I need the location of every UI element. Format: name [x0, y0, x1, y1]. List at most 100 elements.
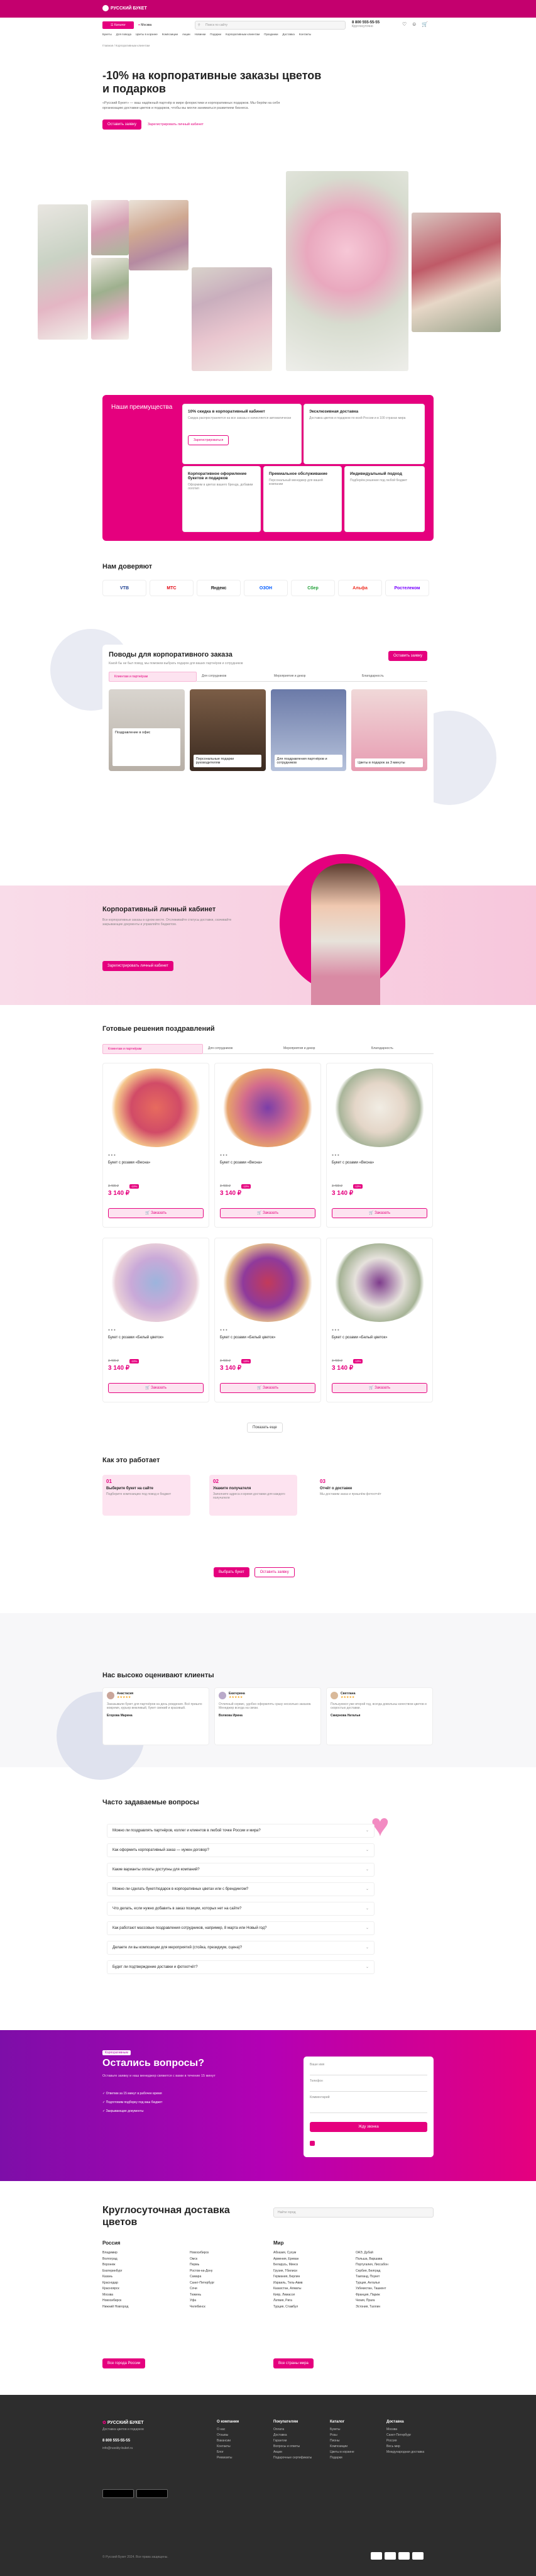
city-link[interactable]: Самара: [190, 2274, 214, 2280]
nav-item[interactable]: Праздники: [264, 33, 278, 36]
choose-bouquet-button[interactable]: Выбрать букет: [214, 1567, 249, 1577]
footer-link[interactable]: Гарантии: [273, 2438, 312, 2444]
country-link[interactable]: Казахстан, Алматы: [273, 2286, 303, 2292]
advantage-register-button[interactable]: Зарегистрироваться: [188, 435, 229, 445]
product-card[interactable]: ● ● ● Букет с розами «Весна» 3 490 ₽ -10…: [326, 1063, 433, 1228]
city-link[interactable]: Омск: [190, 2257, 214, 2263]
country-link[interactable]: ОАЭ, Дубай: [356, 2250, 388, 2257]
city-link[interactable]: Уфа: [190, 2298, 214, 2304]
product-card[interactable]: ● ● ● Букет с розами «Весна» 3 490 ₽ -10…: [102, 1063, 209, 1228]
footer-link[interactable]: Розы: [330, 2433, 354, 2438]
order-button[interactable]: 🛒 Заказать: [108, 1383, 204, 1393]
country-link[interactable]: Эстония, Таллин: [356, 2304, 388, 2311]
country-link[interactable]: Германия, Берлин: [273, 2274, 303, 2280]
footer-link[interactable]: Весь мир: [386, 2444, 424, 2450]
city-link[interactable]: Волгоград: [102, 2257, 128, 2263]
nav-item[interactable]: Для повода: [116, 33, 131, 36]
tab-events[interactable]: Мероприятия и декор: [269, 672, 357, 682]
nav-item[interactable]: Новинки: [195, 33, 206, 36]
nav-item[interactable]: Корпоративным клиентам: [226, 33, 260, 36]
show-more-button[interactable]: Показать еще: [247, 1423, 283, 1433]
footer-link[interactable]: Оплата: [273, 2427, 312, 2433]
country-link[interactable]: Беларусь, Минск: [273, 2262, 303, 2268]
user-icon[interactable]: ☺: [412, 21, 417, 27]
footer-email[interactable]: info@russkiy-buket.ru: [102, 2446, 133, 2450]
footer-link[interactable]: Композиции: [330, 2444, 354, 2450]
logo[interactable]: РУССКИЙ БУКЕТ: [102, 5, 147, 11]
city-link[interactable]: Москва: [102, 2292, 128, 2299]
city-link[interactable]: Краснодар: [102, 2280, 128, 2287]
city-link[interactable]: Нижний Новгород: [102, 2304, 128, 2311]
occasion-card[interactable]: Поздравление в офис: [109, 689, 185, 771]
country-link[interactable]: Кипр, Лимасол: [273, 2292, 303, 2299]
footer-link[interactable]: Букеты: [330, 2427, 354, 2433]
faq-item[interactable]: Что делать, если нужно добавить в заказ …: [107, 1902, 375, 1916]
city-link[interactable]: Ростов-на-Дону: [190, 2268, 214, 2275]
country-link[interactable]: Латвия, Рига: [273, 2298, 303, 2304]
city-link[interactable]: Тюмень: [190, 2292, 214, 2299]
faq-item[interactable]: Делаете ли вы композиции для мероприятий…: [107, 1941, 375, 1955]
hero-register-link[interactable]: Зарегистрировать личный кабинет: [148, 123, 204, 126]
hero-request-button[interactable]: Оставить заявку: [102, 119, 141, 130]
footer-link[interactable]: Цветы в корзине: [330, 2450, 354, 2455]
occasion-card[interactable]: Для поздравления партнёров и сотрудников: [270, 689, 347, 771]
name-field[interactable]: Ваше имя: [310, 2063, 427, 2075]
country-link[interactable]: Абхазия, Сухум: [273, 2250, 303, 2257]
city-link[interactable]: Екатеринбург: [102, 2268, 128, 2275]
country-link[interactable]: Польша, Варшава: [356, 2257, 388, 2263]
tab-employees[interactable]: Для сотрудников: [197, 672, 269, 682]
occasion-card[interactable]: Цветы в подарок за 3 минуты: [351, 689, 427, 771]
footer-logo[interactable]: ✿ РУССКИЙ БУКЕТ: [102, 2420, 144, 2425]
footer-link[interactable]: Подарки: [330, 2455, 354, 2461]
city-link[interactable]: Казань: [102, 2274, 128, 2280]
footer-link[interactable]: Доставка: [273, 2433, 312, 2438]
nav-item[interactable]: Цветы в корзине: [136, 33, 158, 36]
product-card[interactable]: ● ● ● Букет с розами «Весна» 3 490 ₽ -10…: [214, 1063, 321, 1228]
city-link[interactable]: Пермь: [190, 2262, 214, 2268]
city-link[interactable]: Владимир: [102, 2250, 128, 2257]
city-link[interactable]: Челябинск: [190, 2304, 214, 2311]
country-link[interactable]: Португалия, Лиссабон: [356, 2262, 388, 2268]
nav-item[interactable]: Контакты: [299, 33, 311, 36]
occasion-card[interactable]: Персональные подарки руководителям: [189, 689, 266, 771]
tab-employees[interactable]: Для сотрудников: [203, 1044, 278, 1054]
call-me-button[interactable]: Жду звонка: [310, 2122, 427, 2132]
tab-partners[interactable]: Клиентам и партнёрам: [102, 1044, 203, 1054]
breadcrumb-home[interactable]: Главная: [102, 44, 113, 47]
country-link[interactable]: Турция, Стамбул: [273, 2304, 303, 2311]
country-link[interactable]: Франция, Париж: [356, 2292, 388, 2299]
nav-item[interactable]: Композиции: [162, 33, 178, 36]
footer-link[interactable]: Международная доставка: [386, 2450, 424, 2455]
footer-link[interactable]: Акции: [273, 2450, 312, 2455]
footer-link[interactable]: Контакты: [217, 2444, 239, 2450]
footer-link[interactable]: Вакансии: [217, 2438, 239, 2444]
footer-link[interactable]: Подарочные сертификаты: [273, 2455, 312, 2461]
country-link[interactable]: Таиланд, Пхукет: [356, 2274, 388, 2280]
google-play-icon[interactable]: [102, 2489, 134, 2498]
footer-link[interactable]: Санкт-Петербург: [386, 2433, 424, 2438]
phone-field[interactable]: Телефон: [310, 2079, 427, 2092]
tab-partners[interactable]: Клиентам и партнёрам: [109, 672, 197, 682]
country-link[interactable]: Израиль, Тель-Авив: [273, 2280, 303, 2287]
phone[interactable]: 8 800 555-55-55 Круглосуточно: [352, 21, 380, 28]
nav-item[interactable]: Акции: [182, 33, 190, 36]
cabinet-register-button[interactable]: Зарегистрировать личный кабинет: [102, 961, 173, 971]
footer-phone[interactable]: 8 800 555-55-55: [102, 2439, 130, 2443]
tab-thanks[interactable]: Благодарность: [357, 672, 427, 682]
product-card[interactable]: ● ● ● Букет с розами «Белый цветок» 3 49…: [102, 1238, 209, 1402]
faq-item[interactable]: Какие варианты оплаты доступны для компа…: [107, 1863, 375, 1877]
search-input[interactable]: ⚲ Поиск по сайту: [195, 21, 346, 30]
app-store-icon[interactable]: [136, 2489, 168, 2498]
city-link[interactable]: Санкт-Петербург: [190, 2280, 214, 2287]
city-link[interactable]: Красноярск: [102, 2286, 128, 2292]
footer-link[interactable]: Вопросы и ответы: [273, 2444, 312, 2450]
comment-field[interactable]: Комментарий: [310, 2096, 427, 2113]
nav-item[interactable]: Подарки: [210, 33, 221, 36]
faq-item[interactable]: Как оформить корпоративный заказ — нужен…: [107, 1843, 375, 1857]
city-link[interactable]: Воронеж: [102, 2262, 128, 2268]
country-link[interactable]: Армения, Ереван: [273, 2257, 303, 2263]
faq-item[interactable]: Можно ли поздравлять партнёров, коллег и…: [107, 1824, 375, 1838]
tab-thanks[interactable]: Благодарность: [366, 1044, 434, 1054]
all-world-button[interactable]: Все страны мира: [273, 2358, 314, 2368]
country-link[interactable]: Грузия, Тбилиси: [273, 2268, 303, 2275]
